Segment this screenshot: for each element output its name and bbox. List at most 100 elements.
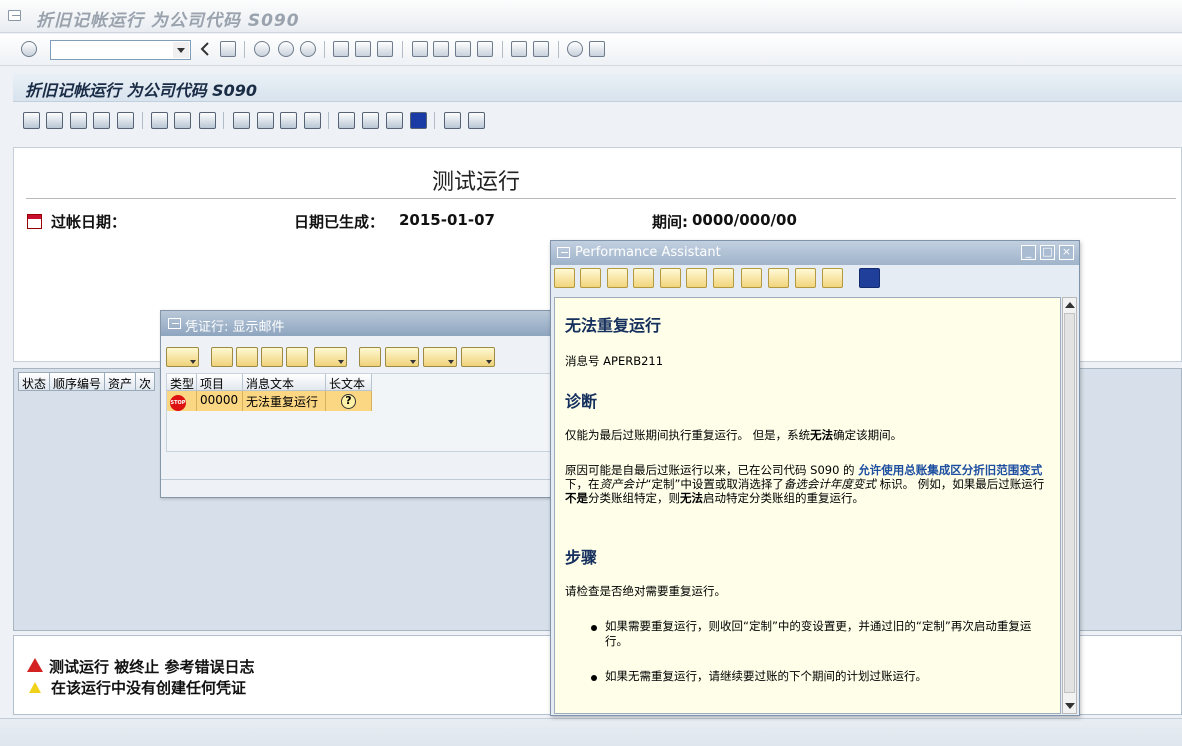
last-page-icon[interactable] — [477, 41, 493, 57]
sort-descending-icon[interactable] — [236, 347, 258, 367]
maximize-icon[interactable]: □ — [1040, 245, 1055, 260]
column-header-sub[interactable]: 次 — [136, 372, 156, 391]
table-icon[interactable] — [741, 268, 762, 288]
warning-icon — [29, 682, 41, 693]
hierarchy-icon[interactable] — [633, 268, 654, 288]
dialog-divider — [161, 479, 579, 480]
application-toolbar — [13, 103, 1182, 139]
view-icon[interactable] — [166, 347, 199, 367]
layout-menu-icon[interactable] — [589, 41, 605, 57]
error-icon — [27, 658, 43, 672]
print-icon[interactable] — [822, 268, 843, 288]
details-icon[interactable] — [23, 112, 40, 129]
close-icon[interactable]: × — [1059, 245, 1074, 260]
chevron-down-icon[interactable] — [173, 42, 189, 58]
field-link[interactable]: 允许使用总账集成区分折旧范围变式 — [858, 463, 1042, 477]
graphic-icon[interactable] — [199, 112, 216, 129]
back-icon[interactable] — [254, 41, 270, 57]
cause-text: 原因可能是自最后过账运行以来，已在公司代码 S090 的 允许使用总账集成区分折… — [565, 463, 1045, 505]
performance-assistant-window: Performance Assistant _ □ × 无法重复运行 消息号 A… — [550, 240, 1080, 716]
find-next-icon[interactable] — [286, 347, 308, 367]
dialog-title-bar[interactable]: 凭证行: 显示邮件 — [161, 311, 579, 336]
back-arrow-icon[interactable] — [554, 268, 575, 288]
scroll-up-icon[interactable] — [1065, 302, 1075, 308]
notes-icon[interactable] — [768, 268, 789, 288]
exit-icon[interactable] — [278, 41, 294, 57]
technical-info-icon[interactable] — [607, 268, 628, 288]
find-icon[interactable] — [261, 347, 283, 367]
export-icon[interactable] — [423, 347, 457, 367]
column-header-message-text[interactable]: 消息文本 — [243, 374, 326, 391]
spreadsheet-icon[interactable] — [304, 112, 321, 129]
find-next-icon[interactable] — [377, 41, 393, 57]
sum-icon[interactable] — [151, 112, 168, 129]
layout-icon[interactable] — [338, 112, 355, 129]
bullet-icon — [591, 675, 597, 681]
cancel-icon[interactable] — [300, 41, 316, 57]
system-toolbar — [0, 34, 1182, 66]
step-item-1: 如果需要重复运行，则收回“定制”中的变设置更，并通过旧的“定制”再次启动重复运行… — [605, 619, 1032, 648]
views-icon[interactable] — [385, 347, 419, 367]
edit-icon[interactable] — [660, 268, 681, 288]
column-header-sequence[interactable]: 顺序编号 — [50, 372, 106, 391]
message-text-cell: 无法重复运行 — [243, 391, 326, 411]
local-file-icon[interactable] — [280, 112, 297, 129]
long-text-icon[interactable] — [468, 112, 485, 129]
subtotal-icon[interactable] — [174, 112, 191, 129]
word-processing-icon[interactable] — [257, 112, 274, 129]
user-icon[interactable] — [713, 268, 734, 288]
back-arrow-icon[interactable] — [200, 41, 210, 57]
sort-ascending-icon[interactable] — [211, 347, 233, 367]
edit-icon[interactable] — [444, 112, 461, 129]
find-icon[interactable] — [355, 41, 371, 57]
dialog-icon — [168, 318, 181, 329]
scroll-thumb[interactable] — [1064, 313, 1075, 693]
shortcut-icon[interactable] — [533, 41, 549, 57]
document-line-dialog: 凭证行: 显示邮件 类型 项目 消息文本 长文本 STOP 00000 无法重复… — [160, 310, 580, 498]
print-icon[interactable] — [333, 41, 349, 57]
sort-ascending-icon[interactable] — [70, 112, 87, 129]
scroll-down-icon[interactable] — [1065, 703, 1075, 709]
long-text-cell[interactable]: ? — [326, 391, 372, 411]
exit-icon[interactable] — [859, 268, 880, 288]
table-row[interactable]: STOP 00000 无法重复运行 ? — [167, 391, 372, 411]
column-header-asset[interactable]: 资产 — [105, 372, 137, 391]
change-layout-icon[interactable] — [362, 112, 379, 129]
print-icon[interactable] — [359, 347, 381, 367]
info-icon[interactable] — [410, 112, 427, 129]
diagnosis-text: 仅能为最后过账期间执行重复运行。 但是，系统无法确定该期间。 — [565, 428, 903, 442]
glossary-icon[interactable] — [686, 268, 707, 288]
column-header-type[interactable]: 类型 — [167, 374, 197, 391]
save-layout-icon[interactable] — [386, 112, 403, 129]
stop-icon: STOP — [170, 395, 186, 411]
help-icon[interactable]: ? — [341, 394, 356, 409]
divider — [26, 198, 1176, 199]
forward-arrow-icon[interactable] — [580, 268, 601, 288]
column-header-item[interactable]: 项目 — [197, 374, 243, 391]
sort-descending-icon[interactable] — [93, 112, 110, 129]
assistant-title-bar[interactable]: Performance Assistant _ □ × — [551, 241, 1079, 265]
save-icon[interactable] — [220, 41, 236, 57]
bullet-icon — [591, 625, 597, 631]
help-heading: 无法重复运行 — [565, 316, 662, 335]
column-header-status[interactable]: 状态 — [18, 372, 51, 391]
vertical-scrollbar[interactable] — [1062, 297, 1077, 714]
info-message-icon[interactable] — [795, 268, 816, 288]
layout-icon[interactable] — [461, 347, 495, 367]
choose-icon[interactable] — [46, 112, 63, 129]
filter-icon[interactable] — [117, 112, 134, 129]
minimize-icon[interactable]: _ — [1021, 245, 1036, 260]
assistant-content: 无法重复运行 消息号 APERB211 诊断 仅能为最后过账期间执行重复运行。 … — [554, 297, 1061, 714]
filter-icon[interactable] — [314, 347, 347, 367]
first-page-icon[interactable] — [412, 41, 428, 57]
column-header-long-text[interactable]: 长文本 — [326, 374, 372, 391]
window-title: 折旧记帐运行 为公司代码 S090 — [36, 11, 300, 31]
previous-page-icon[interactable] — [433, 41, 449, 57]
create-session-icon[interactable] — [511, 41, 527, 57]
help-icon[interactable] — [567, 41, 583, 57]
command-field[interactable] — [50, 40, 191, 60]
enter-icon[interactable] — [21, 41, 37, 57]
status-bar — [0, 718, 1182, 746]
next-page-icon[interactable] — [455, 41, 471, 57]
export-icon[interactable] — [233, 112, 250, 129]
